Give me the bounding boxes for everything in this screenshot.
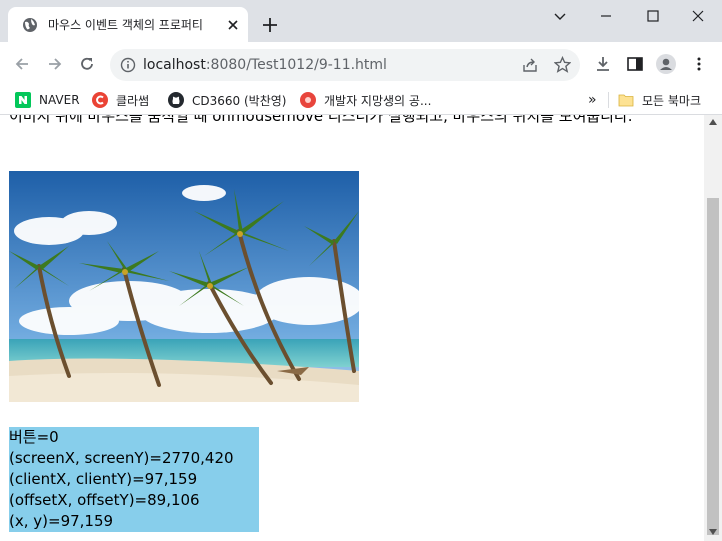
scroll-up-icon[interactable]	[709, 119, 717, 125]
naver-icon	[15, 92, 31, 108]
url-text: localhost:8080/Test1012/9-11.html	[143, 57, 387, 73]
share-icon[interactable]	[522, 57, 538, 73]
bookmarks-overflow-button[interactable]: »	[588, 91, 597, 109]
bookmark-label: 개발자 지망생의 공...	[324, 93, 432, 108]
all-bookmarks-button[interactable]: 모든 북마크	[618, 91, 701, 109]
close-icon[interactable]	[226, 18, 240, 32]
description-paragraph: 이미지 위에 마우스를 움직일 때 onmousemove 리스너가 실행되고,…	[9, 115, 633, 125]
window-close-icon[interactable]	[690, 8, 706, 24]
github-icon	[168, 92, 184, 108]
kebab-menu-icon[interactable]	[690, 55, 708, 73]
minimize-icon[interactable]	[598, 8, 614, 24]
folder-icon	[618, 94, 634, 107]
url-host: localhost	[143, 57, 206, 73]
forward-icon[interactable]	[46, 55, 64, 73]
scrollbar-thumb[interactable]	[707, 198, 719, 535]
bookmark-blog[interactable]: 개발자 지망생의 공...	[300, 91, 431, 109]
button-value: 버튼=0	[9, 428, 59, 446]
mouse-info-box: 버튼=0 (screenX, screenY)=2770,420 (client…	[9, 427, 259, 532]
bookmarks-bar: NAVER 클라썸 CD3660 (박찬영) 개발자 지망생의 공... » 모…	[0, 86, 722, 115]
bookmark-star-icon[interactable]	[554, 56, 571, 73]
bookmark-label: NAVER	[39, 93, 80, 107]
tab-active[interactable]: 마우스 이벤트 객체의 프로퍼티	[8, 7, 248, 42]
xy-coords: (x, y)=97,159	[9, 512, 114, 530]
bookmark-github[interactable]: CD3660 (박찬영)	[168, 91, 286, 109]
maximize-icon[interactable]	[645, 8, 661, 24]
divider	[608, 92, 609, 108]
globe-icon	[23, 18, 37, 32]
blog-icon	[300, 92, 316, 108]
bookmark-label: 모든 북마크	[642, 93, 702, 108]
page-viewport: 이미지 위에 마우스를 움직일 때 onmousemove 리스너가 실행되고,…	[0, 115, 704, 541]
profile-avatar-icon[interactable]	[656, 54, 676, 74]
client-coords: (clientX, clientY)=97,159	[9, 470, 198, 488]
vertical-scrollbar[interactable]	[704, 115, 722, 541]
tab-strip: 마우스 이벤트 객체의 프로퍼티	[0, 0, 722, 42]
back-icon[interactable]	[13, 55, 31, 73]
download-icon[interactable]	[594, 55, 612, 73]
bookmark-naver[interactable]: NAVER	[15, 91, 80, 109]
classum-icon	[92, 92, 108, 108]
browser-toolbar: localhost:8080/Test1012/9-11.html	[0, 42, 722, 86]
info-icon[interactable]	[120, 57, 136, 73]
bookmark-classum[interactable]: 클라썸	[92, 91, 149, 109]
bookmark-label: 클라썸	[116, 93, 150, 108]
screen-coords: (screenX, screenY)=2770,420	[9, 449, 234, 467]
offset-coords: (offsetX, offsetY)=89,106	[9, 491, 200, 509]
bookmark-label: CD3660 (박찬영)	[192, 93, 287, 108]
new-tab-icon[interactable]	[262, 17, 278, 33]
url-path: :8080/Test1012/9-11.html	[205, 57, 387, 73]
tab-search-icon[interactable]	[552, 8, 568, 24]
address-bar[interactable]: localhost:8080/Test1012/9-11.html	[110, 49, 580, 81]
beach-photo[interactable]	[9, 171, 359, 402]
side-panel-icon[interactable]	[626, 55, 644, 73]
reload-icon[interactable]	[78, 55, 96, 73]
scroll-down-icon[interactable]	[709, 529, 717, 535]
tab-title: 마우스 이벤트 객체의 프로퍼티	[48, 18, 203, 32]
